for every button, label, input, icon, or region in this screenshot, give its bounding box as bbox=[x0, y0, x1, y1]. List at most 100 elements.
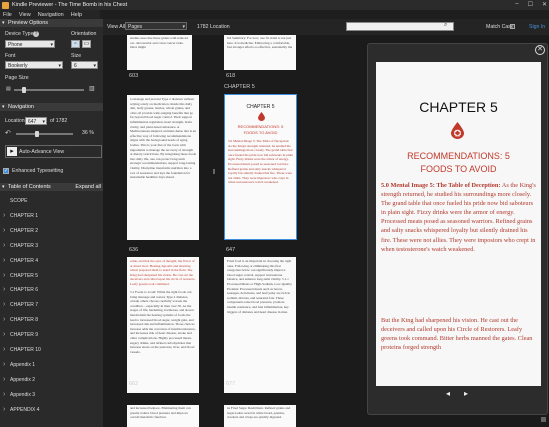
toc-item[interactable]: Appendix 2 bbox=[0, 373, 103, 388]
thumb-recommendations-title: RECOMMENDATIONS: 5 FOODS TO AVOID bbox=[237, 124, 284, 135]
menu-bar: File View Navigation Help bbox=[0, 10, 100, 19]
menu-navigation[interactable]: Navigation bbox=[38, 12, 64, 18]
page-text: 5.1 Foods to avoid: While the right food… bbox=[130, 290, 196, 354]
menu-view[interactable]: View bbox=[19, 12, 31, 18]
toc-item[interactable]: CHAPTER 2 bbox=[0, 224, 103, 239]
search-input[interactable] bbox=[346, 22, 454, 31]
match-case-checkbox[interactable] bbox=[510, 24, 515, 29]
device-type-select[interactable]: Phone bbox=[5, 40, 55, 49]
toc-item[interactable]: CHAPTER 9 bbox=[0, 328, 103, 343]
page-thumbnail[interactable]: ns Fried Sugar Deubilitant. Refined grai… bbox=[224, 405, 296, 427]
toc-item[interactable]: APPENDIX 4 bbox=[0, 403, 103, 418]
toc-header[interactable]: Table of Contents Expand all bbox=[0, 183, 103, 191]
view-mode-select[interactable]: Pages bbox=[125, 22, 187, 31]
screen-title-line2: FOODS TO AVOID bbox=[420, 164, 497, 174]
device-preview: ✕ CHAPTER 5 RECOMMENDATIONS: 5 FOODS TO … bbox=[367, 43, 548, 415]
menu-file[interactable]: File bbox=[3, 12, 12, 18]
location-thumb[interactable] bbox=[34, 131, 39, 137]
landscape-orientation-button[interactable]: ▭ bbox=[82, 40, 91, 48]
page-number: 618 bbox=[226, 73, 236, 79]
maximize-button[interactable]: ☐ bbox=[528, 1, 533, 8]
screen-recommendations-title: RECOMMENDATIONS: 5 FOODS TO AVOID bbox=[376, 150, 541, 176]
location-total: of 1782 bbox=[50, 118, 68, 124]
page-thumbnail[interactable]: same, and that the eyes of thought, the … bbox=[127, 257, 199, 393]
enhanced-typesetting-checkbox[interactable]: ✓ bbox=[3, 168, 9, 174]
page-size-large-icon: ▥ bbox=[89, 86, 95, 92]
enhanced-typesetting-label: Enhanced Typesetting bbox=[12, 168, 64, 174]
page-text: studies associate these grains with redu… bbox=[130, 36, 188, 50]
toolbar: View All Pages 1782 Location ⌕ Match Cas… bbox=[103, 19, 549, 35]
blood-drop-icon bbox=[258, 112, 265, 121]
size-label: Size bbox=[71, 53, 82, 59]
help-icon[interactable]: ? bbox=[33, 31, 39, 37]
toc-item[interactable]: CHAPTER 1 bbox=[0, 209, 103, 224]
font-select[interactable]: Bookerly bbox=[5, 61, 63, 70]
blood-drop-icon bbox=[451, 122, 464, 139]
page-text: 5.0 Mental Image 5: The Table of Decepti… bbox=[228, 139, 293, 185]
screen-paragraph-1: 5.0 Mental Image 5: The Table of Decepti… bbox=[381, 181, 538, 254]
navigation-header[interactable]: Navigation bbox=[0, 103, 103, 111]
toc-item[interactable]: CHAPTER 5 bbox=[0, 269, 103, 284]
preview-options-header[interactable]: Preview Options bbox=[0, 19, 103, 27]
page-thumbnail[interactable]: to manage and prevent Type 2 diabetes wi… bbox=[127, 95, 199, 240]
page-text: Fried food is an important in choosing t… bbox=[227, 259, 292, 314]
page-text: to manage and prevent Type 2 diabetes wi… bbox=[130, 97, 197, 180]
orientation-label: Orientation bbox=[71, 31, 97, 37]
page-thumbnail[interactable]: Fried food is an important in choosing t… bbox=[224, 257, 296, 393]
search-icon[interactable]: ⌕ bbox=[444, 22, 447, 29]
close-window-button[interactable]: ✕ bbox=[542, 1, 547, 8]
location-input[interactable]: 647 bbox=[25, 117, 47, 126]
toc-item[interactable]: CHAPTER 7 bbox=[0, 298, 103, 313]
window-controls: – ☐ ✕ bbox=[515, 1, 547, 8]
thumb-chapter-title: CHAPTER 5 bbox=[246, 104, 275, 110]
page-text-red: same, and that the eyes of thought, the … bbox=[130, 259, 196, 286]
view-all-label: View All bbox=[107, 24, 126, 30]
menu-help[interactable]: Help bbox=[71, 12, 82, 18]
location-count: 1782 Location bbox=[197, 24, 230, 30]
main-area: View All Pages 1782 Location ⌕ Match Cas… bbox=[103, 19, 549, 427]
portrait-orientation-button[interactable]: ▫ bbox=[71, 40, 80, 48]
toc-item[interactable]: CHAPTER 3 bbox=[0, 239, 103, 254]
size-select[interactable]: 6 bbox=[71, 61, 98, 70]
splitter-handle[interactable] bbox=[213, 169, 215, 174]
page-thumbnail[interactable]: studies associate these grains with redu… bbox=[127, 35, 192, 70]
sidebar: Preview Options Device Type ? Orientatio… bbox=[0, 19, 103, 427]
screen-para1-body: As the King's strength returned, he stud… bbox=[381, 182, 536, 253]
page-size-label: Page Size bbox=[5, 75, 29, 81]
page-number: 647 bbox=[226, 247, 236, 253]
toc-item[interactable]: CHAPTER 6 bbox=[0, 283, 103, 298]
page-size-small-icon: ▤ bbox=[6, 86, 11, 92]
page-thumbnail[interactable]: and increased belpace. Eliminating them … bbox=[127, 405, 199, 427]
close-preview-icon[interactable]: ✕ bbox=[535, 45, 545, 55]
screen-title-line1: RECOMMENDATIONS: 5 bbox=[407, 151, 510, 161]
page-number: 677 bbox=[226, 381, 236, 387]
screen-chapter-title: CHAPTER 5 bbox=[419, 99, 498, 115]
toc-item[interactable]: SCOPE bbox=[0, 194, 103, 209]
expand-all-link[interactable]: Expand all bbox=[75, 183, 101, 191]
auto-advance-button[interactable]: ▸ Auto-Advance View bbox=[5, 145, 102, 158]
app-icon bbox=[2, 1, 9, 9]
location-percent: 36 % bbox=[82, 130, 94, 136]
minimize-button[interactable]: – bbox=[515, 1, 518, 8]
toc-item[interactable]: CHAPTER 4 bbox=[0, 254, 103, 269]
play-icon: ▸ bbox=[7, 147, 17, 156]
toc-item[interactable]: CHAPTER 10 bbox=[0, 343, 103, 358]
page-thumbnail[interactable]: 6.6 Summary: For now, one fit. Kind is n… bbox=[224, 35, 296, 70]
resize-grip[interactable] bbox=[541, 417, 546, 422]
page-number: 636 bbox=[129, 247, 139, 253]
toc-item[interactable]: Appendix 3 bbox=[0, 388, 103, 403]
next-page-icon[interactable]: ▸ bbox=[464, 389, 468, 398]
location-track[interactable] bbox=[16, 133, 73, 135]
font-label: Font bbox=[5, 53, 16, 59]
page-size-thumb[interactable] bbox=[22, 87, 26, 93]
page-text: ns Fried Sugar Deubilitant. Refined grai… bbox=[227, 406, 291, 420]
toc-item[interactable]: CHAPTER 8 bbox=[0, 313, 103, 328]
back-arrow-icon[interactable]: ↶ bbox=[5, 129, 11, 137]
device-type-label: Device Type bbox=[5, 31, 34, 37]
toc-item[interactable]: Appendix 1 bbox=[0, 358, 103, 373]
page-number: 603 bbox=[129, 73, 139, 79]
page-number: 662 bbox=[129, 381, 139, 387]
previous-page-icon[interactable]: ◂ bbox=[446, 389, 450, 398]
sign-in-link[interactable]: Sign In bbox=[529, 24, 545, 30]
page-thumbnail-selected[interactable]: CHAPTER 5 RECOMMENDATIONS: 5 FOODS TO AV… bbox=[224, 94, 297, 240]
